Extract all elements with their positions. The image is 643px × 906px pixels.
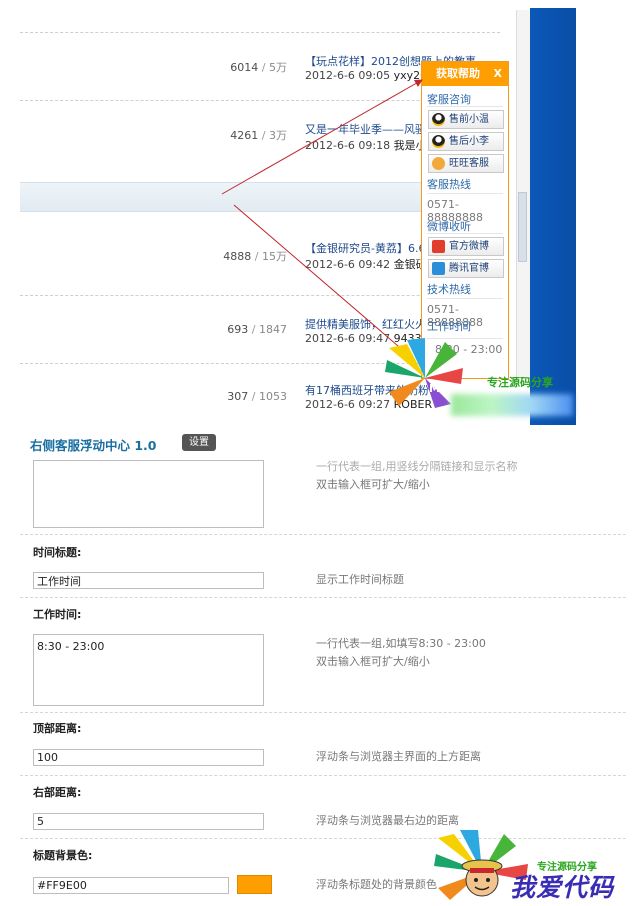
work-time-textarea[interactable]: 8:30 - 23:00 [33, 634, 264, 706]
color-picker-swatch[interactable] [237, 875, 272, 894]
title-bg-label: 标题背景色: [33, 849, 93, 862]
plugin-title: 右侧客服浮动中心 1.0 [30, 438, 157, 453]
divider [20, 597, 626, 598]
time-title-input[interactable] [33, 572, 264, 589]
arrow-to-panel-top [221, 79, 423, 195]
divider [20, 712, 626, 713]
blurred-watermark-block [451, 394, 573, 416]
settings-button[interactable]: 设置 [182, 434, 216, 451]
arrow-to-panel-bottom [233, 204, 413, 359]
watermark-logo: 专注源码分享 我爱代码 [430, 830, 643, 903]
top-distance-hint: 浮动条与浏览器主界面的上方距离 [316, 750, 481, 763]
links-hint-line1: 一行代表一组,用竖线分隔链接和显示名称 [316, 460, 518, 473]
right-distance-input[interactable] [33, 813, 264, 830]
watermark-logo: MIRON2 专注源码分享 [385, 338, 585, 418]
title-bg-hint: 浮动条标题处的背景颜色 [316, 878, 437, 891]
divider [20, 775, 626, 776]
watermark-brand: 我爱代码 [510, 873, 615, 902]
top-distance-label: 顶部距离: [33, 722, 82, 735]
time-title-hint: 显示工作时间标题 [316, 573, 404, 586]
work-time-hint-line2: 双击输入框可扩大/缩小 [316, 655, 430, 668]
links-hint-line2: 双击输入框可扩大/缩小 [316, 478, 430, 491]
title-bg-color-input[interactable] [33, 877, 229, 894]
watermark-text: 专注源码分享 [487, 376, 553, 389]
time-title-label: 时间标题: [33, 546, 82, 559]
divider [20, 534, 626, 535]
right-distance-label: 右部距离: [33, 786, 82, 799]
links-textarea[interactable] [33, 460, 264, 528]
top-distance-input[interactable] [33, 749, 264, 766]
forum-preview: 6014 / 5万 【玩点花样】2012创想题上的教事 2012-6-6 09:… [0, 0, 643, 425]
work-time-label: 工作时间: [33, 608, 82, 621]
work-time-hint-line1: 一行代表一组,如填写8:30 - 23:00 [316, 637, 486, 650]
right-distance-hint: 浮动条与浏览器最右边的距离 [316, 814, 459, 827]
